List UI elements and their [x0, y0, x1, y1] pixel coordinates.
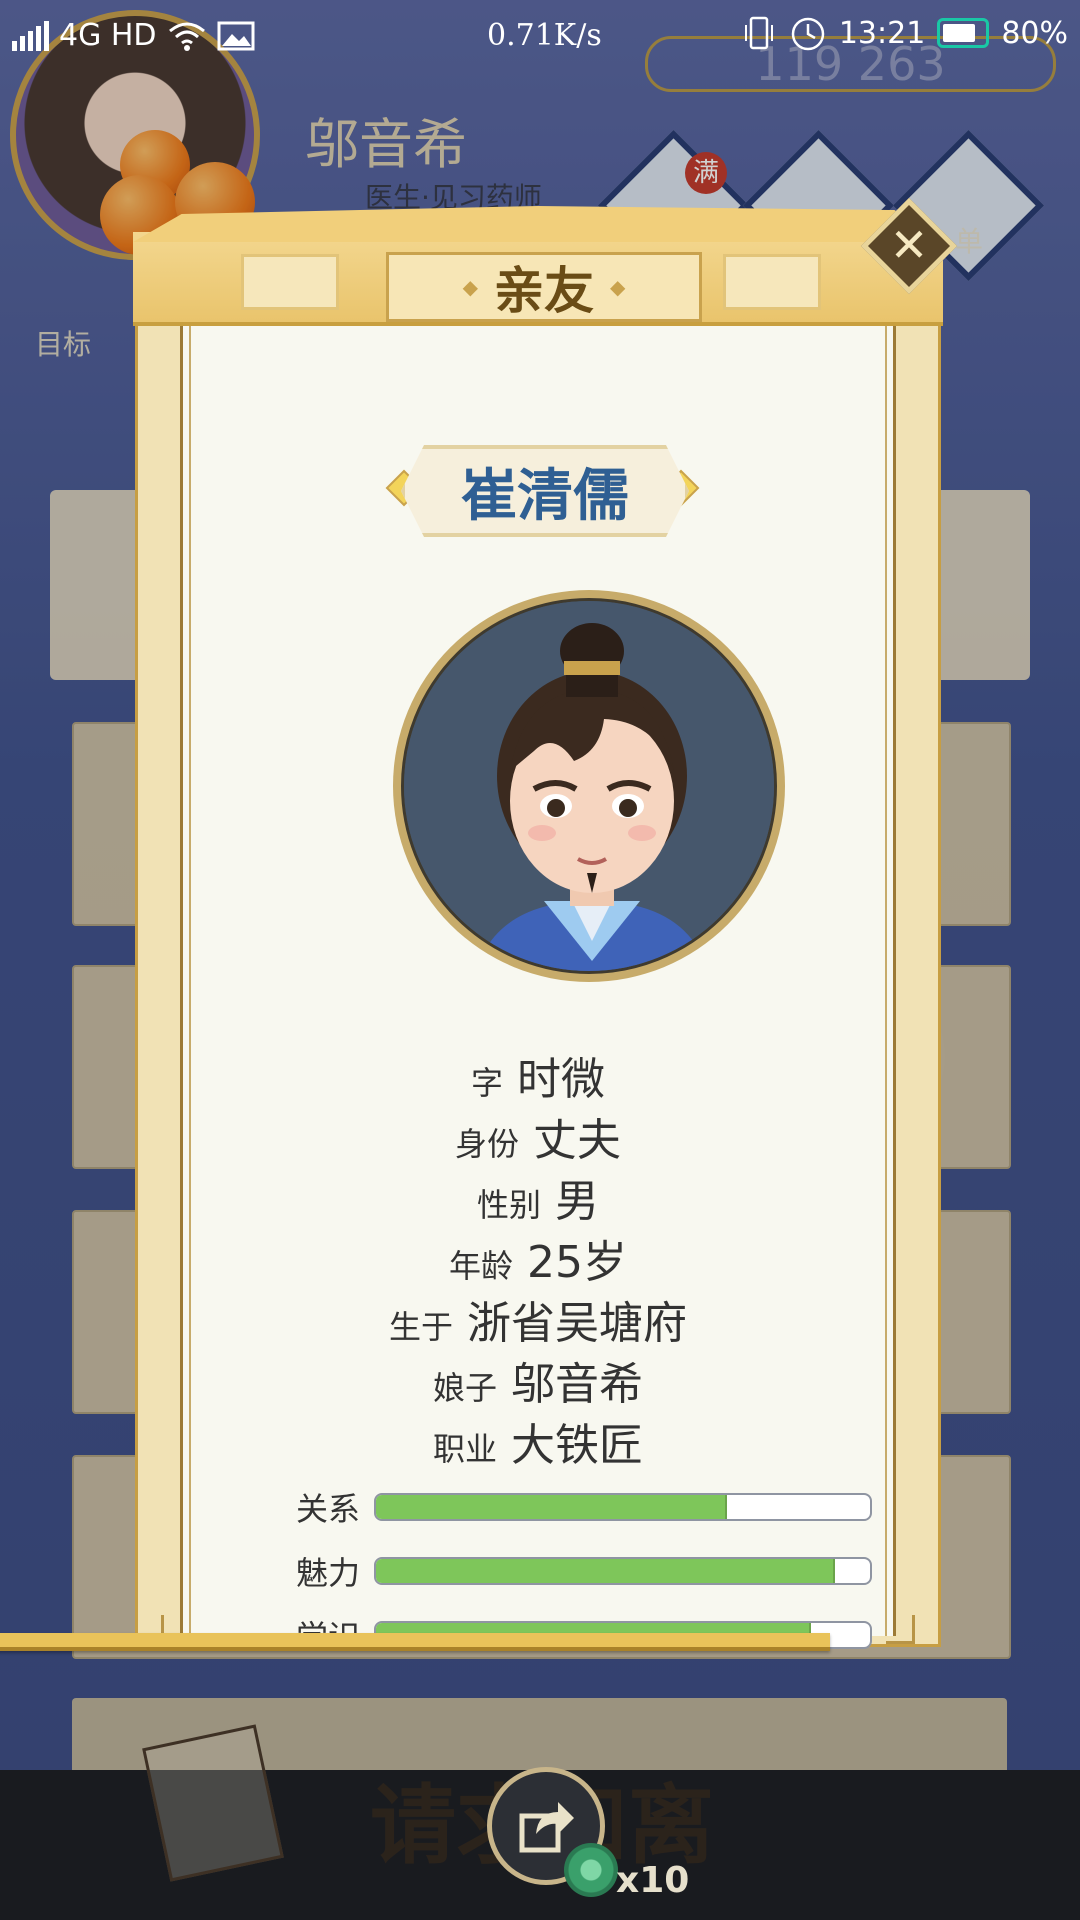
info-row-identity: 身份 丈夫: [225, 1104, 851, 1166]
relative-detail-dialog: 崔清儒 字 时微 身份 丈夫 性别 男 年龄 25岁 生于 浙省吴塘府 娘子 邬…: [133, 197, 958, 1656]
info-value: 大铁匠: [511, 1420, 643, 1471]
dialog-title: ◆ 亲友 ◆: [386, 252, 702, 322]
stat-bar-fill: [376, 1559, 836, 1583]
info-key: 身份: [454, 1125, 519, 1163]
status-bar: 4G HD 0.71K/s 13:21 80%: [0, 0, 1080, 72]
info-row-occupation: 职业 大铁匠: [225, 1409, 851, 1471]
relative-info-list: 字 时微 身份 丈夫 性别 男 年龄 25岁 生于 浙省吴塘府 娘子 邬音希 职…: [225, 1043, 851, 1471]
info-value: 男: [555, 1176, 599, 1227]
clock: 13:21: [838, 15, 926, 51]
scroll-frame: 崔清儒 字 时微 身份 丈夫 性别 男 年龄 25岁 生于 浙省吴塘府 娘子 邬…: [135, 322, 941, 1656]
info-row-wife: 娘子 邬音希: [225, 1348, 851, 1410]
name-plate: 崔清儒: [401, 445, 689, 537]
relative-name: 崔清儒: [461, 463, 629, 529]
dialog-header: ◆ 亲友 ◆: [133, 232, 943, 326]
battery-icon: [937, 18, 990, 48]
image-icon: [217, 21, 255, 50]
info-key: 职业: [432, 1430, 497, 1468]
info-row-age: 年龄 25岁: [225, 1226, 851, 1288]
info-key: 性别: [476, 1186, 541, 1224]
battery-percent: 80%: [1001, 15, 1068, 51]
info-value: 丈夫: [533, 1115, 621, 1166]
header-ornament: [723, 254, 821, 310]
header-ornament: [241, 254, 339, 310]
info-row-gender: 性别 男: [225, 1165, 851, 1227]
title-dot-icon: ◆: [462, 275, 478, 299]
stat-bar-fill: [376, 1495, 727, 1519]
info-row-birthplace: 生于 浙省吴塘府: [225, 1287, 851, 1349]
scroll-paper: 崔清儒 字 时微 身份 丈夫 性别 男 年龄 25岁 生于 浙省吴塘府 娘子 邬…: [161, 325, 915, 1656]
stat-label: 关系: [296, 1490, 361, 1528]
share-reward-count: x10: [616, 1860, 690, 1901]
info-key: 生于: [388, 1308, 453, 1346]
title-dot-icon: ◆: [610, 275, 626, 299]
signal-icon: [12, 20, 49, 51]
vibrate-icon: [744, 16, 773, 50]
network-speed: 0.71K/s: [487, 18, 602, 53]
info-value: 浙省吴塘府: [467, 1298, 687, 1349]
info-row-courtesy-name: 字 时微: [225, 1043, 851, 1105]
stat-relationship: 关系: [296, 1475, 872, 1539]
info-value: 25岁: [527, 1237, 627, 1288]
stat-charm: 魅力: [296, 1539, 872, 1603]
info-value: 邬音希: [511, 1359, 643, 1410]
info-key: 字: [470, 1064, 503, 1102]
scroll-bottom-rod: [0, 1633, 830, 1651]
share-arrow-icon: [519, 1802, 574, 1853]
close-icon: ✕: [889, 218, 929, 272]
wifi-icon: [168, 22, 205, 51]
info-value: 时微: [517, 1054, 605, 1105]
corner-ornament: [886, 1615, 915, 1644]
alarm-icon: [791, 17, 825, 51]
info-key: 娘子: [432, 1369, 497, 1407]
info-key: 年龄: [448, 1247, 513, 1285]
stat-bar-track: [374, 1493, 872, 1521]
relative-portrait: [393, 590, 785, 982]
stat-bar-track: [374, 1557, 872, 1585]
carrier-label: 4G HD: [59, 18, 157, 53]
dialog-title-text: 亲友: [494, 261, 594, 320]
character-avatar-icon: [404, 601, 774, 971]
jade-coin-icon: [564, 1843, 618, 1897]
stat-label: 魅力: [296, 1554, 361, 1592]
